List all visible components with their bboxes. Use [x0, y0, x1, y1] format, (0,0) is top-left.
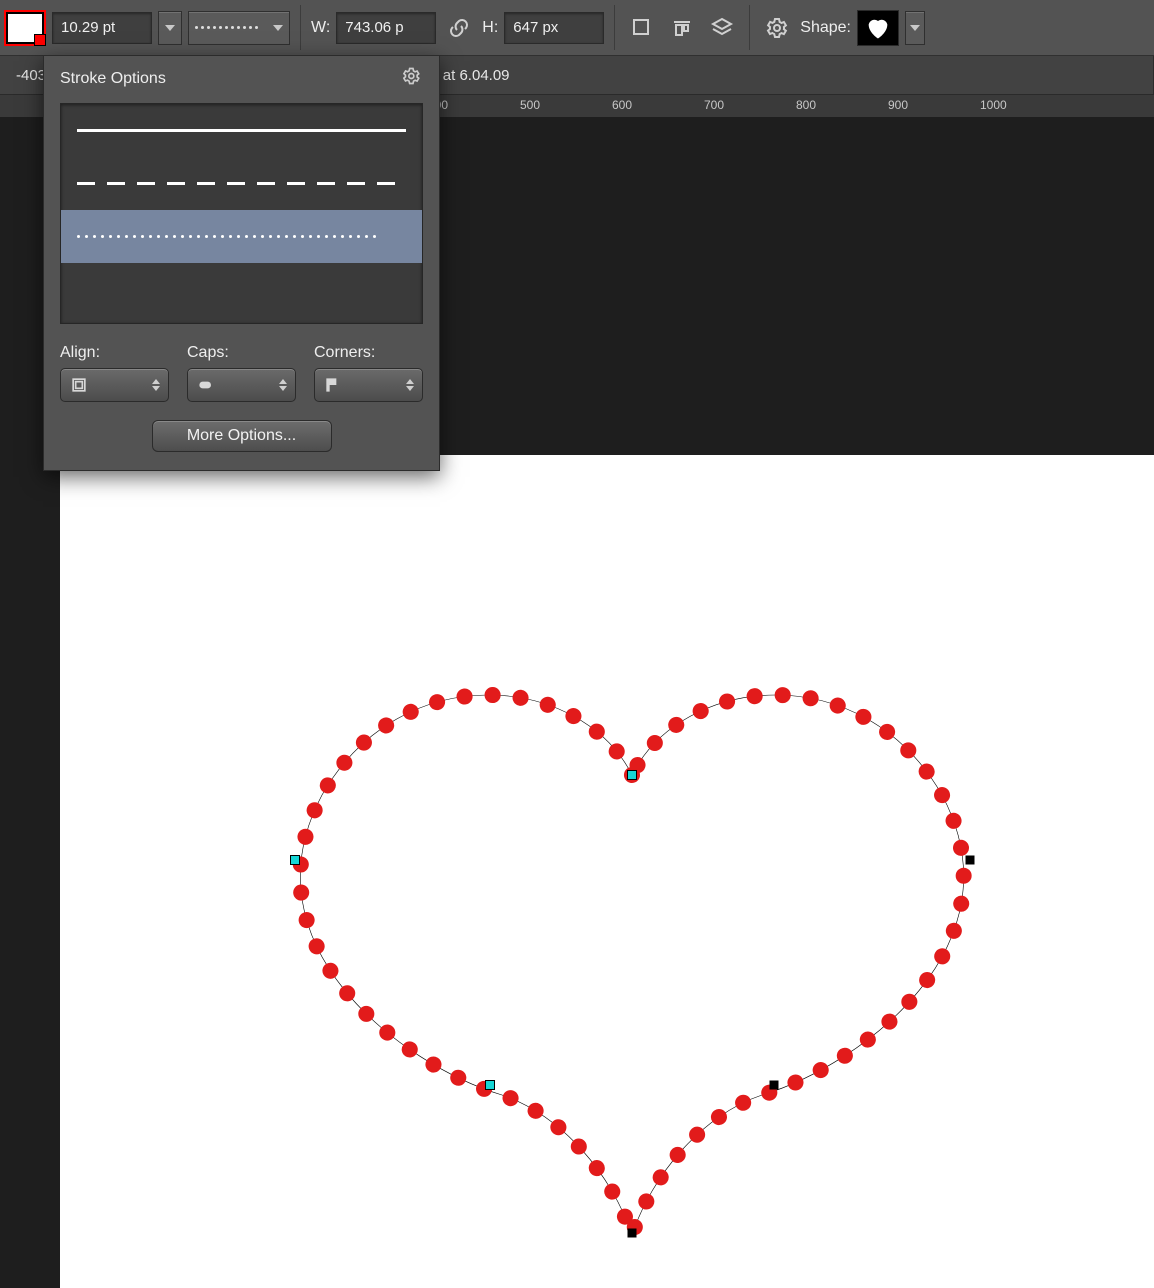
shape-label: Shape: — [800, 19, 851, 37]
width-field[interactable]: 743.06 p — [336, 12, 436, 44]
stroke-corners-select[interactable] — [314, 368, 423, 402]
path-anchor[interactable] — [627, 770, 637, 780]
path-anchor[interactable] — [628, 1229, 637, 1238]
path-arrangement-icon[interactable] — [705, 11, 739, 45]
stroke-preset-dashed[interactable] — [61, 157, 422, 210]
fill-stroke-swatch[interactable] — [4, 10, 46, 46]
stroke-caps-select[interactable] — [187, 368, 296, 402]
stroke-preset-empty — [61, 263, 422, 323]
stroke-preset-solid[interactable] — [61, 104, 422, 157]
stroke-preset-list — [60, 103, 423, 324]
height-label: H: — [482, 19, 498, 37]
height-field[interactable]: 647 px — [504, 12, 604, 44]
stroke-style-dropdown[interactable] — [188, 11, 290, 45]
ruler-tick-label: 700 — [704, 98, 724, 112]
gear-icon[interactable] — [403, 66, 423, 91]
stroke-align-select[interactable] — [60, 368, 169, 402]
path-operations-icon[interactable] — [625, 11, 659, 45]
align-label: Align: — [60, 344, 169, 362]
link-dimensions-icon[interactable] — [442, 11, 476, 45]
ruler-tick-label: 600 — [612, 98, 632, 112]
heart-shape[interactable] — [282, 645, 982, 1245]
width-label: W: — [311, 19, 330, 37]
tab-label: -403 — [16, 67, 46, 84]
stroke-width-dropdown[interactable] — [158, 11, 182, 45]
ruler-tick-label: 900 — [888, 98, 908, 112]
shape-options-bar: 10.29 pt W: 743.06 p H: 647 px Shape: — [0, 0, 1154, 56]
path-anchor[interactable] — [770, 1081, 779, 1090]
ruler-tick-label: 1000 — [980, 98, 1007, 112]
custom-shape-picker[interactable] — [857, 10, 899, 46]
custom-shape-dropdown[interactable] — [905, 11, 925, 45]
stroke-preset-dotted[interactable] — [61, 210, 422, 263]
path-alignment-icon[interactable] — [665, 11, 699, 45]
path-anchor[interactable] — [966, 856, 975, 865]
stroke-options-panel: Stroke Options Align: Caps: Corn — [43, 55, 440, 471]
stroke-width-field[interactable]: 10.29 pt — [52, 12, 152, 44]
panel-title: Stroke Options — [60, 70, 166, 88]
ruler-tick-label: 800 — [796, 98, 816, 112]
path-anchor[interactable] — [485, 1080, 495, 1090]
caps-label: Caps: — [187, 344, 296, 362]
ruler-tick-label: 500 — [520, 98, 540, 112]
path-anchor[interactable] — [290, 855, 300, 865]
more-options-button[interactable]: More Options... — [152, 420, 332, 452]
corners-label: Corners: — [314, 344, 423, 362]
gear-icon[interactable] — [760, 11, 794, 45]
